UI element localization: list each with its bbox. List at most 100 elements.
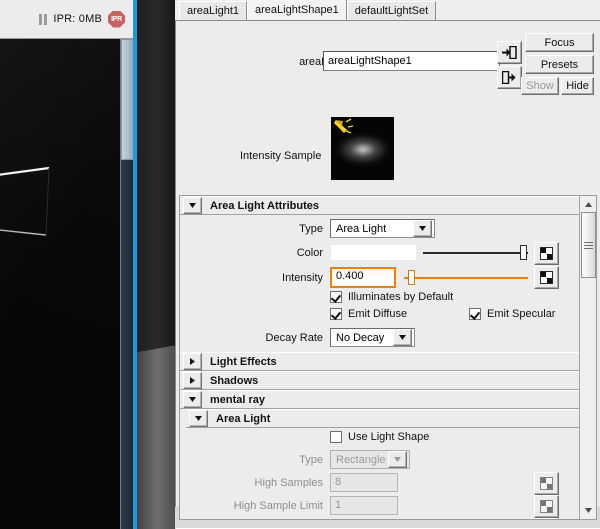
emit-specular-checkbox[interactable]: Emit Specular bbox=[469, 308, 555, 320]
slider-handle[interactable] bbox=[408, 270, 415, 285]
high-samples-map-button[interactable] bbox=[534, 472, 559, 495]
row-illuminates-by-default: Illuminates by Default bbox=[180, 290, 579, 307]
chevron-down-icon[interactable] bbox=[393, 329, 412, 346]
ipr-status-text: IPR: 0MB bbox=[53, 13, 102, 25]
tab-underline-strip bbox=[176, 21, 600, 29]
use-light-shape-checkbox[interactable]: Use Light Shape bbox=[330, 431, 429, 443]
chevron-right-icon[interactable] bbox=[183, 353, 202, 370]
decay-rate-value: No Decay bbox=[336, 331, 385, 344]
section-header-area-light[interactable]: Area Light bbox=[186, 409, 579, 428]
high-sample-limit-input[interactable]: 1 bbox=[330, 496, 398, 515]
select-node-icon-button[interactable] bbox=[497, 66, 522, 89]
scrollbar-thumb[interactable] bbox=[581, 212, 596, 278]
color-map-button[interactable] bbox=[534, 242, 559, 265]
row-emit-flags: Emit Diffuse Emit Specular bbox=[180, 307, 579, 325]
checkbox-icon[interactable] bbox=[469, 308, 481, 320]
checkbox-label: Illuminates by Default bbox=[348, 291, 454, 303]
tab-area-light-shape-1[interactable]: areaLightShape1 bbox=[247, 0, 347, 20]
emit-diffuse-checkbox[interactable]: Emit Diffuse bbox=[330, 308, 407, 320]
node-name-input[interactable]: areaLightShape1 bbox=[323, 51, 500, 71]
arrow-into-box-icon bbox=[502, 46, 517, 59]
render-viewport[interactable] bbox=[0, 39, 120, 529]
slider-track bbox=[423, 252, 528, 254]
checker-icon bbox=[540, 477, 553, 490]
shape-type-label: Type bbox=[299, 454, 323, 466]
background-scene-strip bbox=[137, 0, 175, 529]
render-view-panel: IPR: 0MB IPR bbox=[0, 0, 134, 529]
high-samples-input[interactable]: 8 bbox=[330, 473, 398, 492]
color-label: Color bbox=[296, 247, 323, 259]
grip-icon bbox=[584, 241, 593, 249]
scroll-down-arrow-icon[interactable] bbox=[581, 503, 596, 518]
shape-type-dropdown[interactable]: Rectangle bbox=[330, 450, 410, 469]
chevron-right-icon[interactable] bbox=[183, 372, 202, 389]
checker-icon bbox=[540, 500, 553, 513]
section-header-area-light-attributes[interactable]: Area Light Attributes bbox=[180, 196, 579, 215]
high-sample-limit-map-button[interactable] bbox=[534, 495, 559, 518]
checker-icon bbox=[540, 247, 553, 260]
chevron-down-icon[interactable] bbox=[183, 197, 202, 214]
pause-icon[interactable] bbox=[39, 13, 48, 25]
section-header-light-effects[interactable]: Light Effects bbox=[180, 352, 579, 371]
section-title: Shadows bbox=[210, 374, 259, 387]
row-high-sample-limit: High Sample Limit 1 bbox=[180, 495, 579, 518]
tab-default-light-set[interactable]: defaultLightSet bbox=[346, 1, 437, 20]
attribute-scroll-pane[interactable]: Area Light Attributes Type Area Light Co… bbox=[179, 195, 597, 520]
checkbox-icon[interactable] bbox=[330, 291, 342, 303]
section-title: Light Effects bbox=[210, 355, 277, 368]
load-node-icon-button[interactable] bbox=[497, 41, 522, 64]
chevron-down-icon[interactable] bbox=[183, 391, 202, 408]
checkbox-label: Use Light Shape bbox=[348, 431, 430, 443]
section-title: Area Light Attributes bbox=[210, 199, 319, 212]
illuminates-by-default-checkbox[interactable]: Illuminates by Default bbox=[330, 291, 453, 303]
intensity-input[interactable]: 0.400 bbox=[330, 267, 396, 288]
intensity-sample-row: Intensity Sample bbox=[176, 117, 600, 195]
row-intensity: Intensity 0.400 bbox=[180, 265, 579, 290]
checkbox-icon[interactable] bbox=[330, 431, 342, 443]
intensity-map-button[interactable] bbox=[534, 266, 559, 289]
checkbox-label: Emit Diffuse bbox=[348, 308, 408, 320]
chevron-down-icon[interactable] bbox=[413, 220, 432, 237]
intensity-sample-label: Intensity Sample bbox=[240, 150, 322, 162]
row-use-light-shape: Use Light Shape bbox=[180, 428, 579, 449]
slider-handle[interactable] bbox=[520, 245, 527, 260]
tab-area-light-1[interactable]: areaLight1 bbox=[179, 1, 247, 20]
section-header-shadows[interactable]: Shadows bbox=[180, 371, 579, 390]
row-color: Color bbox=[180, 241, 579, 265]
presets-button[interactable]: Presets bbox=[525, 55, 594, 74]
chevron-down-icon[interactable] bbox=[189, 410, 208, 427]
hide-button[interactable]: Hide bbox=[561, 77, 594, 95]
section-header-mental-ray[interactable]: mental ray bbox=[180, 390, 579, 409]
attribute-editor: areaLight1 areaLightShape1 defaultLightS… bbox=[175, 0, 600, 529]
color-slider[interactable] bbox=[423, 244, 528, 261]
shape-type-value: Rectangle bbox=[336, 453, 386, 466]
checker-icon bbox=[540, 271, 553, 284]
intensity-slider[interactable] bbox=[404, 269, 528, 286]
chevron-down-icon[interactable] bbox=[388, 451, 407, 468]
attribute-editor-tabs: areaLight1 areaLightShape1 defaultLightS… bbox=[175, 0, 600, 21]
row-shape-type: Type Rectangle bbox=[180, 449, 579, 472]
high-sample-limit-label: High Sample Limit bbox=[233, 500, 323, 512]
app-window: IPR: 0MB IPR areaLight1 areaLightShape1 … bbox=[0, 0, 600, 529]
row-high-samples: High Samples 8 bbox=[180, 472, 579, 495]
color-swatch[interactable] bbox=[330, 244, 417, 261]
slider-track bbox=[404, 277, 528, 279]
light-type-dropdown[interactable]: Area Light bbox=[330, 219, 435, 238]
render-view-scrollbar[interactable] bbox=[120, 39, 134, 529]
decay-rate-label: Decay Rate bbox=[265, 332, 323, 344]
ipr-status-bar: IPR: 0MB IPR bbox=[0, 0, 133, 39]
intensity-sample-swatch[interactable] bbox=[331, 117, 394, 180]
ipr-badge-icon[interactable]: IPR bbox=[108, 10, 125, 28]
focus-button[interactable]: Focus bbox=[525, 33, 594, 52]
attribute-pane-scrollbar[interactable] bbox=[579, 196, 596, 519]
low-samples-input[interactable]: 1 bbox=[330, 519, 398, 520]
arrow-out-of-box-icon bbox=[502, 71, 516, 84]
intensity-label: Intensity bbox=[282, 272, 323, 284]
light-bulb-icon bbox=[334, 118, 354, 134]
scroll-up-arrow-icon[interactable] bbox=[581, 197, 596, 212]
decay-rate-dropdown[interactable]: No Decay bbox=[330, 328, 415, 347]
row-low-samples-clipped: 1 bbox=[180, 518, 579, 520]
show-button[interactable]: Show bbox=[521, 77, 559, 95]
low-samples-map-button[interactable] bbox=[534, 518, 559, 519]
checkbox-icon[interactable] bbox=[330, 308, 342, 320]
